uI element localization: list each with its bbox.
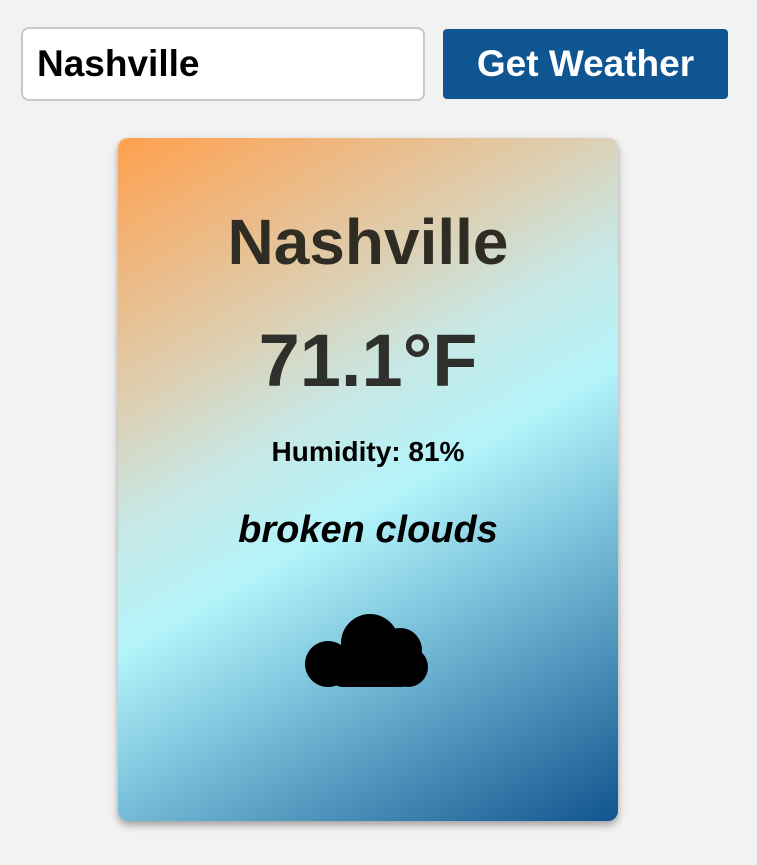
weather-card: Nashville 71.1°F Humidity: 81% broken cl… — [118, 138, 618, 821]
city-search-input[interactable] — [21, 27, 425, 101]
city-name: Nashville — [227, 206, 509, 278]
get-weather-button[interactable]: Get Weather — [443, 29, 728, 99]
humidity: Humidity: 81% — [271, 436, 465, 467]
search-bar: Get Weather — [21, 27, 728, 101]
weather-description: broken clouds — [238, 509, 498, 551]
temperature: 71.1°F — [258, 319, 478, 402]
cloud-icon — [305, 614, 428, 687]
